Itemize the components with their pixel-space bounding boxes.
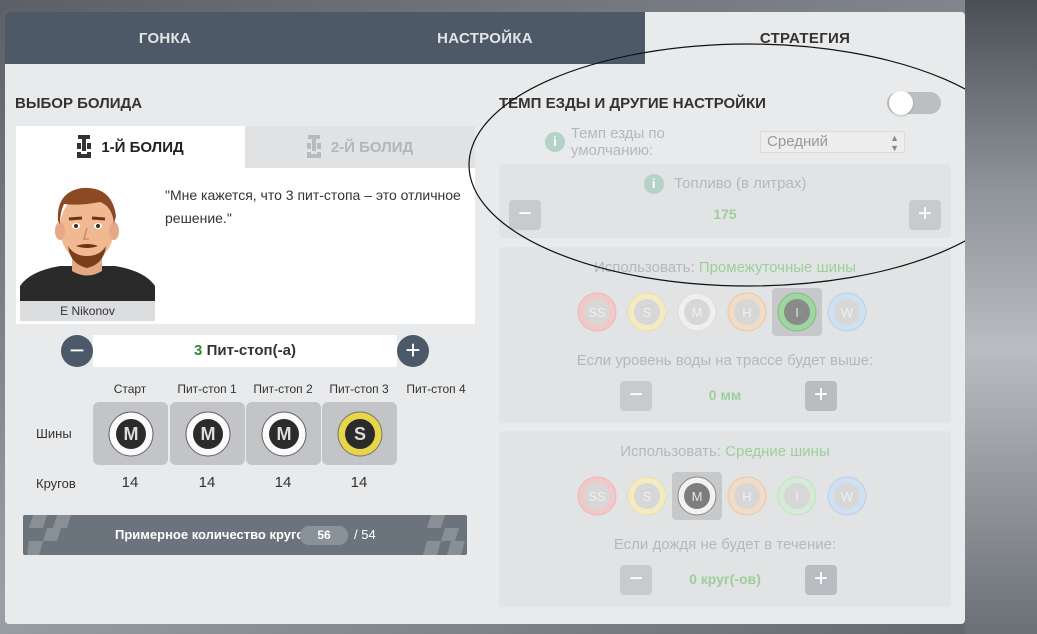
- column-pitstop-3: Пит-стоп 3: [329, 382, 389, 396]
- highlight-ellipse: [468, 43, 965, 287]
- rule2-value: 0 круг(-ов): [689, 571, 761, 587]
- tyre-medium-icon: M: [108, 411, 153, 456]
- tyre-intermediate-icon: I: [777, 292, 817, 332]
- approx-laps-total: / 54: [354, 527, 376, 542]
- svg-text:SS: SS: [588, 489, 606, 504]
- tab-race[interactable]: ГОНКА: [5, 12, 325, 64]
- tyre-medium-icon: M: [261, 411, 306, 456]
- tyre-option-hard[interactable]: H: [722, 472, 772, 520]
- column-pitstop-1: Пит-стоп 1: [177, 382, 237, 396]
- tyre-medium-icon: M: [677, 476, 717, 516]
- pitstop-minus-button[interactable]: −: [61, 335, 93, 367]
- tyre-medium-icon: M: [185, 411, 230, 456]
- background-right: [965, 0, 1037, 634]
- tyre-soft-icon: S: [627, 476, 667, 516]
- rule1-tyre-row: SS S M H I W: [572, 288, 872, 336]
- laps-pitstop-2: 14: [274, 474, 292, 491]
- tyre-hard-icon: H: [727, 292, 767, 332]
- rule-box-2: Использовать: Средние шины SS S M H I W …: [499, 431, 951, 607]
- rule1-value: 0 мм: [708, 387, 742, 403]
- rule2-plus-button[interactable]: +: [805, 565, 837, 595]
- tyre-option-soft[interactable]: S: [622, 288, 672, 336]
- svg-text:S: S: [643, 489, 652, 504]
- car-tab-2[interactable]: 2-Й БОЛИД: [245, 126, 475, 168]
- column-start: Старт: [113, 382, 147, 396]
- svg-text:H: H: [742, 305, 751, 320]
- car-select-title: ВЫБОР БОЛИДА: [15, 95, 143, 112]
- driver-card: E Nikonov "Мне кажется, что 3 пит-стопа …: [16, 168, 475, 324]
- pitstop-count-value: 3: [194, 342, 203, 359]
- rule2-tyre-row: SS S M H I W: [572, 472, 872, 520]
- rule2-use-label: Использовать:: [620, 443, 721, 460]
- car-tabs: 1-Й БОЛИД 2-Й БОЛИД: [16, 126, 475, 168]
- car-icon: [306, 135, 321, 158]
- approx-laps-value: 56: [300, 526, 348, 545]
- tyre-slot-pitstop-2[interactable]: M: [246, 402, 321, 465]
- tyre-option-wet[interactable]: W: [822, 472, 872, 520]
- tyre-option-soft[interactable]: S: [622, 472, 672, 520]
- rule1-condition: Если уровень воды на трассе будет выше:: [576, 352, 874, 369]
- rule2-condition: Если дождя не будет в течение:: [613, 536, 837, 553]
- tyre-medium-icon: M: [677, 292, 717, 332]
- car-tab-1-label: 1-Й БОЛИД: [101, 138, 184, 156]
- row-label-laps: Кругов: [36, 476, 76, 491]
- laps-start: 14: [121, 474, 139, 491]
- pitstop-count-label: Пит-стоп(-а): [206, 342, 296, 359]
- tyre-slot-pitstop-1[interactable]: M: [170, 402, 245, 465]
- checkered-flag-icon: [423, 515, 465, 555]
- tyre-option-medium[interactable]: M: [672, 288, 722, 336]
- svg-text:M: M: [276, 424, 291, 444]
- svg-text:S: S: [643, 305, 652, 320]
- driver-avatar: [20, 176, 155, 302]
- tyre-slot-start[interactable]: M: [93, 402, 168, 465]
- svg-text:M: M: [692, 489, 703, 504]
- rule2-use-value: Средние шины: [725, 443, 830, 460]
- column-pitstop-4: Пит-стоп 4: [406, 382, 466, 396]
- row-label-tyres: Шины: [36, 426, 72, 441]
- tyre-soft-icon: S: [627, 292, 667, 332]
- approx-laps-label: Примерное количество кругов:: [115, 527, 317, 542]
- svg-text:W: W: [841, 305, 854, 320]
- tyre-option-intermediate[interactable]: I: [772, 472, 822, 520]
- svg-text:SS: SS: [588, 305, 606, 320]
- laps-pitstop-1: 14: [198, 474, 216, 491]
- rule2-use-row: Использовать: Средние шины: [499, 443, 951, 460]
- tyre-wet-icon: W: [827, 476, 867, 516]
- tyre-option-supersoft[interactable]: SS: [572, 288, 622, 336]
- car-icon: [77, 135, 92, 158]
- tyre-hard-icon: H: [727, 476, 767, 516]
- svg-text:S: S: [353, 424, 365, 444]
- tyre-supersoft-icon: SS: [577, 292, 617, 332]
- svg-text:I: I: [795, 489, 799, 504]
- tyre-option-medium[interactable]: M: [672, 472, 722, 520]
- svg-text:M: M: [123, 424, 138, 444]
- svg-text:M: M: [200, 424, 215, 444]
- svg-text:I: I: [795, 305, 799, 320]
- svg-text:W: W: [841, 489, 854, 504]
- tyre-option-intermediate[interactable]: I: [772, 288, 822, 336]
- checkered-flag-icon: [27, 515, 71, 555]
- pitstop-count: 3 Пит-стоп(-а): [93, 335, 397, 367]
- driver-name: E Nikonov: [20, 301, 155, 321]
- pitstop-plus-button[interactable]: +: [397, 335, 429, 367]
- svg-text:H: H: [742, 489, 751, 504]
- tyre-option-wet[interactable]: W: [822, 288, 872, 336]
- tyre-slot-pitstop-3[interactable]: S: [322, 402, 397, 465]
- car-tab-1[interactable]: 1-Й БОЛИД: [16, 126, 245, 168]
- svg-text:M: M: [692, 305, 703, 320]
- column-pitstop-2: Пит-стоп 2: [253, 382, 313, 396]
- car-tab-2-label: 2-Й БОЛИД: [330, 138, 414, 156]
- tyre-soft-icon: S: [337, 411, 382, 456]
- tyre-option-supersoft[interactable]: SS: [572, 472, 622, 520]
- laps-pitstop-3: 14: [350, 474, 368, 491]
- driver-quote: "Мне кажется, что 3 пит-стопа – это отли…: [165, 187, 461, 226]
- tyre-option-hard[interactable]: H: [722, 288, 772, 336]
- tyre-wet-icon: W: [827, 292, 867, 332]
- rule1-plus-button[interactable]: +: [805, 381, 837, 411]
- strategy-panel: ГОНКА НАСТРОЙКА СТРАТЕГИЯ ВЫБОР БОЛИДА 1…: [5, 12, 965, 624]
- approx-laps-bar: Примерное количество кругов: 56 / 54: [23, 515, 467, 555]
- tyre-intermediate-icon: I: [777, 476, 817, 516]
- tyre-supersoft-icon: SS: [577, 476, 617, 516]
